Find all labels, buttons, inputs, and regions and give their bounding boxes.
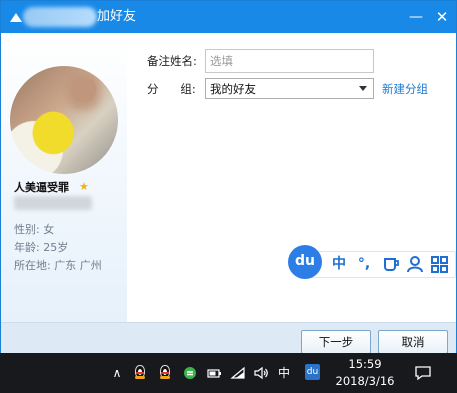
app-logo-icon [10,13,22,22]
ime-mode-toggle[interactable]: 中 [328,254,350,274]
title-blurred-name [23,7,97,27]
qq-penguin-icon[interactable] [157,363,173,383]
input-language-indicator[interactable]: 中 [277,363,291,383]
ime-punctuation-toggle[interactable]: °, [353,254,375,274]
profile-panel [1,33,127,322]
group-select-value: 我的好友 [210,82,256,96]
green-app-icon[interactable] [182,363,198,383]
avatar[interactable] [10,66,118,174]
ime-logo-icon[interactable]: du [288,245,322,279]
baidu-ime-tray-icon[interactable]: du [305,364,320,380]
battery-icon[interactable] [206,363,222,383]
volume-icon[interactable] [253,363,269,383]
close-button[interactable]: ✕ [432,7,452,27]
title-bar[interactable]: 加好友 — ✕ [1,1,456,33]
profile-age: 年龄: 25岁 [14,241,69,254]
minimize-button[interactable]: — [406,7,426,27]
grid-icon[interactable] [429,254,451,274]
clock-time: 15:59 [348,357,382,371]
add-friend-dialog: 加好友 — ✕ 人美逼受罪 ★ 性别: 女 年龄: 25岁 所在地: 广东 广州… [0,0,457,354]
dialog-footer: 下一步 取消 [1,322,456,354]
profile-location: 所在地: 广东 广州 [14,259,102,272]
group-label: 分 组: [147,82,196,96]
window-title: 加好友 [97,9,137,24]
cancel-button[interactable]: 取消 [378,330,448,354]
next-step-button[interactable]: 下一步 [301,330,371,354]
taskbar: ∧ 中 du 15:59 2018/3/16 [0,353,457,393]
remark-name-label: 备注姓名: [147,54,197,68]
remark-name-input[interactable] [205,49,374,73]
clock-date: 2018/3/16 [335,374,395,388]
profile-nickname: 人美逼受罪 [14,181,69,194]
chevron-down-icon [359,86,367,91]
account-id-blurred [14,196,92,210]
system-clock[interactable]: 15:59 2018/3/16 [330,356,400,390]
ime-toolbar: du 中 °, [286,245,456,283]
wifi-icon[interactable] [230,363,246,383]
qq-penguin-icon[interactable] [132,363,148,383]
avatar-face-blur [66,72,100,110]
star-icon: ★ [79,180,89,193]
cup-icon[interactable] [380,254,402,274]
user-icon[interactable] [404,254,426,274]
new-group-link[interactable]: 新建分组 [382,81,428,97]
group-select[interactable]: 我的好友 [205,78,374,99]
show-hidden-icons-button[interactable]: ∧ [110,363,124,383]
notification-icon[interactable] [414,363,432,383]
profile-gender: 性别: 女 [14,223,55,236]
